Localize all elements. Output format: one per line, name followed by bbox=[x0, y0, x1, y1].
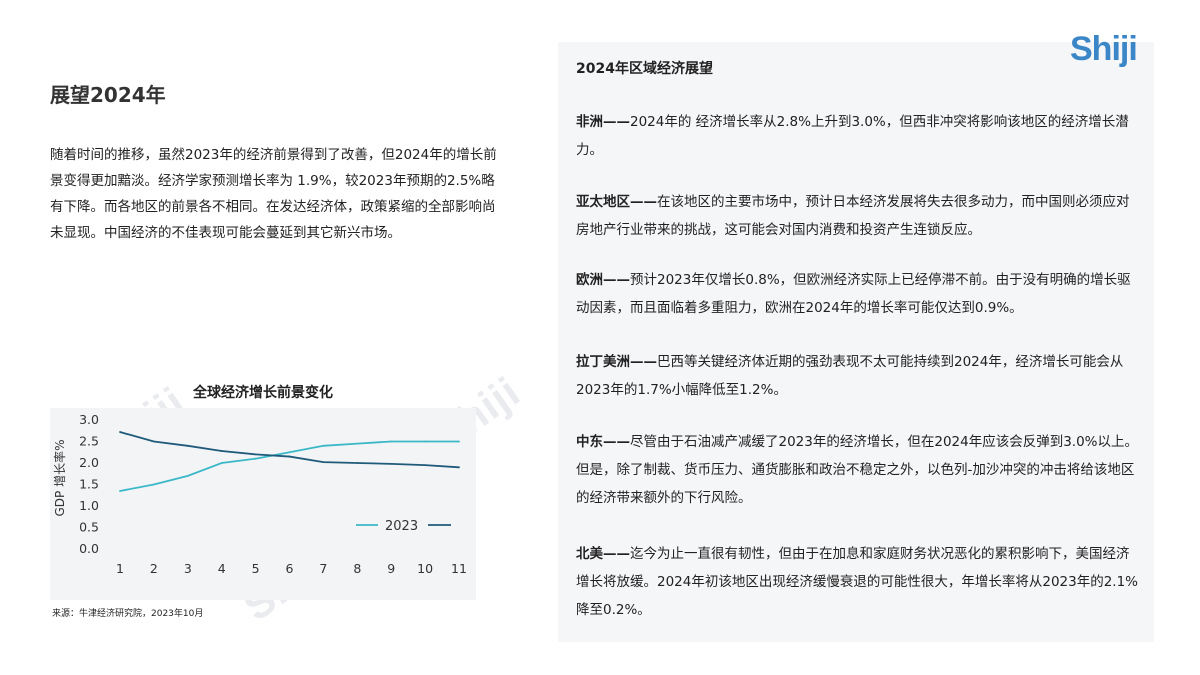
region-name: 欧洲—— bbox=[576, 272, 630, 288]
region-text: 在该地区的主要市场中，预计日本经济发展将失去很多动力，而中国则必须应对房地产行业… bbox=[576, 194, 1130, 238]
region-text: 预计2023年仅增长0.8%，但欧洲经济实际上已经停滞不前。由于没有明确的增长驱… bbox=[576, 272, 1131, 316]
region-name: 中东—— bbox=[576, 434, 630, 450]
region-text: 巴西等关键经济体近期的强劲表现不太可能持续到2024年，经济增长可能会从2023… bbox=[576, 354, 1124, 398]
chart-title: 全球经济增长前景变化 bbox=[193, 385, 333, 401]
region-paragraph: 拉丁美洲——巴西等关键经济体近期的强劲表现不太可能持续到2024年，经济增长可能… bbox=[576, 348, 1141, 404]
intro-paragraph: 随着时间的推移，虽然2023年的经济前景得到了改善，但2024年的增长前景变得更… bbox=[50, 147, 497, 241]
region-name: 拉丁美洲—— bbox=[576, 354, 657, 370]
region-text: 尽管由于石油减产减缓了2023年的经济增长，但在2024年应该会反弹到3.0%以… bbox=[576, 434, 1139, 506]
region-paragraph: 中东——尽管由于石油减产减缓了2023年的经济增长，但在2024年应该会反弹到3… bbox=[576, 428, 1141, 512]
region-paragraph: 欧洲——预计2023年仅增长0.8%，但欧洲经济实际上已经停滞不前。由于没有明确… bbox=[576, 266, 1141, 322]
regional-outlook-title: 2024年区域经济展望 bbox=[576, 61, 713, 77]
region-name: 亚太地区—— bbox=[576, 194, 657, 210]
region-paragraph: 北美——迄今为止一直很有韧性，但由于在加息和家庭财务状况恶化的累积影响下，美国经… bbox=[576, 540, 1141, 624]
region-text: 迄今为止一直很有韧性，但由于在加息和家庭财务状况恶化的累积影响下，美国经济增长将… bbox=[576, 546, 1139, 618]
region-paragraph: 非洲——2024年的 经济增长率从2.8%上升到3.0%，但西非冲突将影响该地区… bbox=[576, 108, 1141, 164]
region-name: 非洲—— bbox=[576, 114, 630, 130]
region-name: 北美—— bbox=[576, 546, 630, 562]
page-title: 展望2024年 bbox=[50, 83, 166, 107]
chart-panel bbox=[50, 408, 476, 600]
region-paragraph: 亚太地区——在该地区的主要市场中，预计日本经济发展将失去很多动力，而中国则必须应… bbox=[576, 188, 1141, 244]
shiji-logo: Shiji bbox=[1070, 30, 1138, 68]
chart-source: 来源：牛津经济研究院，2023年10月 bbox=[52, 609, 204, 619]
region-text: 2024年的 经济增长率从2.8%上升到3.0%，但西非冲突将影响该地区的经济增… bbox=[576, 114, 1129, 158]
